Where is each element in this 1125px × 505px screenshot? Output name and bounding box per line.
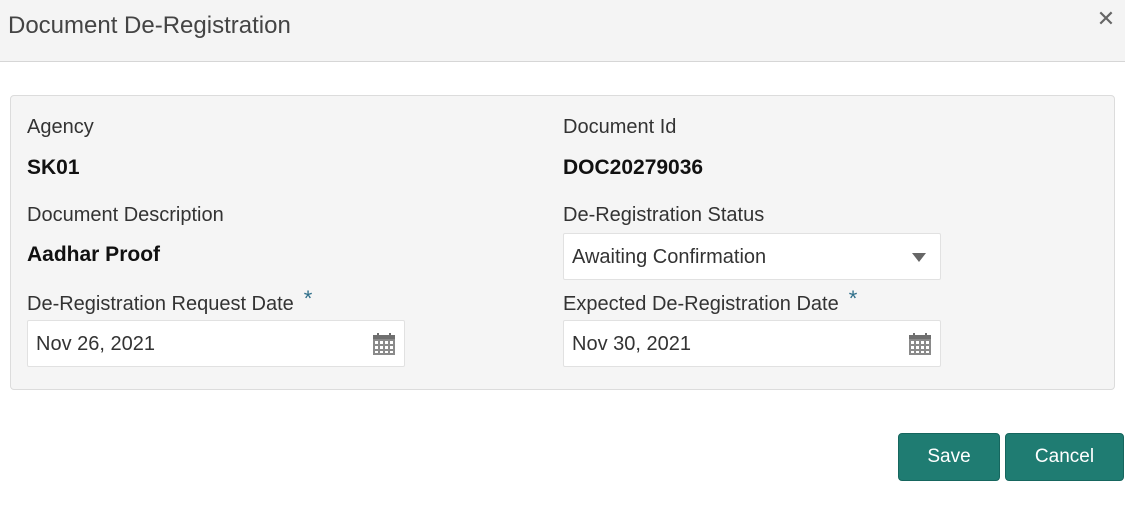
calendar-icon[interactable]: [372, 332, 396, 356]
agency-value: SK01: [27, 156, 80, 179]
request-date-label-text: De-Registration Request Date: [27, 293, 294, 315]
agency-label: Agency: [27, 116, 94, 138]
deregistration-status-value[interactable]: Awaiting Confirmation: [572, 246, 766, 269]
document-description-value: Aadhar Proof: [27, 243, 161, 266]
cancel-button[interactable]: Cancel: [1005, 433, 1124, 481]
calendar-icon[interactable]: [908, 332, 932, 356]
deregistration-status-select[interactable]: Awaiting Confirmation: [563, 233, 941, 280]
required-indicator: *: [303, 286, 313, 311]
request-date-label: De-Registration Request Date *: [27, 286, 312, 316]
dialog-title: Document De-Registration: [8, 12, 291, 39]
document-id-label: Document Id: [563, 116, 677, 138]
deregistration-status-label: De-Registration Status: [563, 204, 765, 226]
expected-date-label-text: Expected De-Registration Date: [563, 293, 839, 315]
expected-date-value[interactable]: Nov 30, 2021: [572, 333, 691, 356]
close-icon[interactable]: ✕: [1093, 6, 1119, 32]
chevron-down-icon[interactable]: [912, 253, 926, 262]
document-description-label: Document Description: [27, 204, 224, 226]
expected-date-label: Expected De-Registration Date *: [563, 286, 857, 316]
document-id-value: DOC20279036: [563, 156, 704, 179]
required-indicator: *: [848, 286, 858, 311]
dialog-header: Document De-Registration ✕: [0, 0, 1125, 62]
expected-date-field[interactable]: Nov 30, 2021: [563, 320, 941, 367]
save-button[interactable]: Save: [898, 433, 1000, 481]
request-date-field[interactable]: Nov 26, 2021: [27, 320, 405, 367]
request-date-value[interactable]: Nov 26, 2021: [36, 333, 155, 356]
